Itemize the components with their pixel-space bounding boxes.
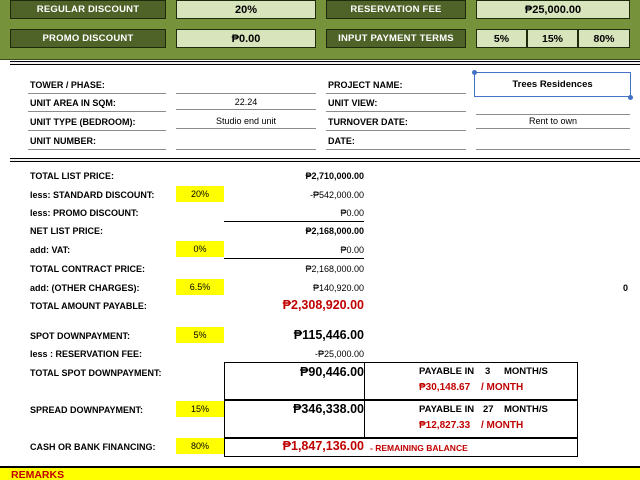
spot-monthly-amount[interactable]: ₱30,148.67	[419, 382, 470, 393]
unit-number-cell[interactable]	[176, 135, 316, 150]
vat-value[interactable]: ₱0.00	[224, 245, 364, 255]
total-contract-price-label: TOTAL CONTRACT PRICE:	[30, 264, 145, 274]
subtotal-rule	[224, 221, 364, 222]
standard-discount-value[interactable]: -₱542,000.00	[224, 190, 364, 200]
promo-discount-label: PROMO DISCOUNT	[10, 29, 166, 48]
spread-downpayment-label: SPREAD DOWNPAYMENT:	[30, 405, 144, 415]
turnover-date-cell[interactable]: Rent to own	[476, 114, 630, 129]
other-charges-value[interactable]: ₱140,920.00	[224, 283, 364, 293]
regular-discount-cell[interactable]: 20%	[176, 0, 316, 19]
standard-discount-label: less: STANDARD DISCOUNT:	[30, 190, 155, 200]
remarks-label: REMARKS	[11, 469, 65, 480]
tower-phase-underline	[28, 79, 166, 94]
unit-type-underline	[28, 116, 166, 131]
payment-term-spot-cell[interactable]: 5%	[476, 29, 527, 48]
regular-discount-label: REGULAR DISCOUNT	[10, 0, 166, 19]
financing-label: CASH OR BANK FINANCING:	[30, 442, 156, 452]
spot-payable-in-label: PAYABLE IN	[419, 366, 475, 377]
payment-term-spread-cell[interactable]: 15%	[527, 29, 578, 48]
net-list-price-label: NET LIST PRICE:	[30, 226, 104, 236]
spot-downpayment-value[interactable]: ₱115,446.00	[224, 328, 364, 342]
spread-payable-in-label: PAYABLE IN	[419, 404, 475, 415]
total-list-price-value[interactable]: ₱2,710,000.00	[224, 171, 364, 181]
spread-downpayment-value[interactable]: ₱346,338.00	[224, 402, 364, 416]
section-divider	[10, 61, 640, 65]
financing-pct[interactable]: 80%	[176, 438, 224, 454]
turnover-date-underline	[326, 116, 466, 131]
unit-type-cell[interactable]: Studio end unit	[176, 114, 316, 129]
financing-value[interactable]: ₱1,847,136.00	[224, 439, 364, 453]
standard-discount-pct[interactable]: 20%	[176, 186, 224, 202]
total-contract-price-value[interactable]: ₱2,168,000.00	[224, 264, 364, 274]
spread-months-value[interactable]: 27	[483, 404, 494, 415]
tower-phase-cell[interactable]	[176, 79, 316, 94]
date-cell[interactable]	[476, 135, 630, 150]
less-reservation-fee-label: less : RESERVATION FEE:	[30, 349, 143, 359]
unit-view-cell[interactable]	[476, 100, 630, 115]
payment-terms-label: INPUT PAYMENT TERMS	[326, 29, 466, 48]
spread-monthly-amount[interactable]: ₱12,827.33	[419, 420, 470, 431]
promo-discount-row-label: less: PROMO DISCOUNT:	[30, 208, 139, 218]
spread-downpayment-pct[interactable]: 15%	[176, 401, 224, 417]
promo-discount-cell[interactable]: ₱0.00	[176, 29, 316, 48]
total-spot-downpayment-label: TOTAL SPOT DOWNPAYMENT:	[30, 368, 162, 378]
vat-pct[interactable]: 0%	[176, 241, 224, 257]
project-name-underline	[326, 79, 466, 94]
reservation-fee-label: RESERVATION FEE	[326, 0, 466, 19]
other-charges-label: add: (OTHER CHARGES):	[30, 283, 140, 293]
remaining-balance-label: - REMAINING BALANCE	[370, 443, 468, 453]
spot-downpayment-label: SPOT DOWNPAYMENT:	[30, 331, 131, 341]
spread-months-unit: MONTH/S	[504, 404, 548, 415]
total-spot-downpayment-value[interactable]: ₱90,446.00	[224, 365, 364, 379]
box-divider	[364, 362, 365, 400]
unit-number-underline	[28, 135, 166, 150]
unit-area-cell[interactable]: 22.24	[176, 95, 316, 110]
promo-discount-row-value[interactable]: ₱0.00	[224, 208, 364, 218]
payment-term-financing-cell[interactable]: 80%	[578, 29, 630, 48]
total-amount-payable-value[interactable]: ₱2,308,920.00	[224, 298, 364, 312]
unit-view-underline	[326, 97, 466, 112]
settings-panel: REGULAR DISCOUNT 20% RESERVATION FEE ₱25…	[0, 0, 640, 60]
spot-per-month-label: / MONTH	[481, 382, 524, 393]
other-charges-side-value[interactable]: 0	[612, 283, 628, 293]
box-divider-2	[364, 400, 365, 438]
remarks-bar: REMARKS	[0, 466, 640, 480]
spot-months-unit: MONTH/S	[504, 366, 548, 377]
total-amount-payable-label: TOTAL AMOUNT PAYABLE:	[30, 301, 147, 311]
unit-area-underline	[28, 97, 166, 112]
vat-rule	[224, 258, 364, 259]
total-list-price-label: TOTAL LIST PRICE:	[30, 171, 115, 181]
spot-months-value[interactable]: 3	[485, 366, 490, 377]
date-underline	[326, 135, 466, 150]
project-name-cell-selected[interactable]: Trees Residences	[474, 72, 631, 97]
net-list-price-value[interactable]: ₱2,168,000.00	[224, 226, 364, 236]
vat-label: add: VAT:	[30, 245, 71, 255]
other-charges-pct[interactable]: 6.5%	[176, 279, 224, 295]
reservation-fee-cell[interactable]: ₱25,000.00	[476, 0, 630, 19]
less-reservation-fee-value[interactable]: -₱25,000.00	[224, 349, 364, 359]
spot-downpayment-pct[interactable]: 5%	[176, 327, 224, 343]
spread-per-month-label: / MONTH	[481, 420, 524, 431]
selection-handle-top-left[interactable]	[472, 70, 477, 75]
section-divider-2	[10, 158, 640, 162]
